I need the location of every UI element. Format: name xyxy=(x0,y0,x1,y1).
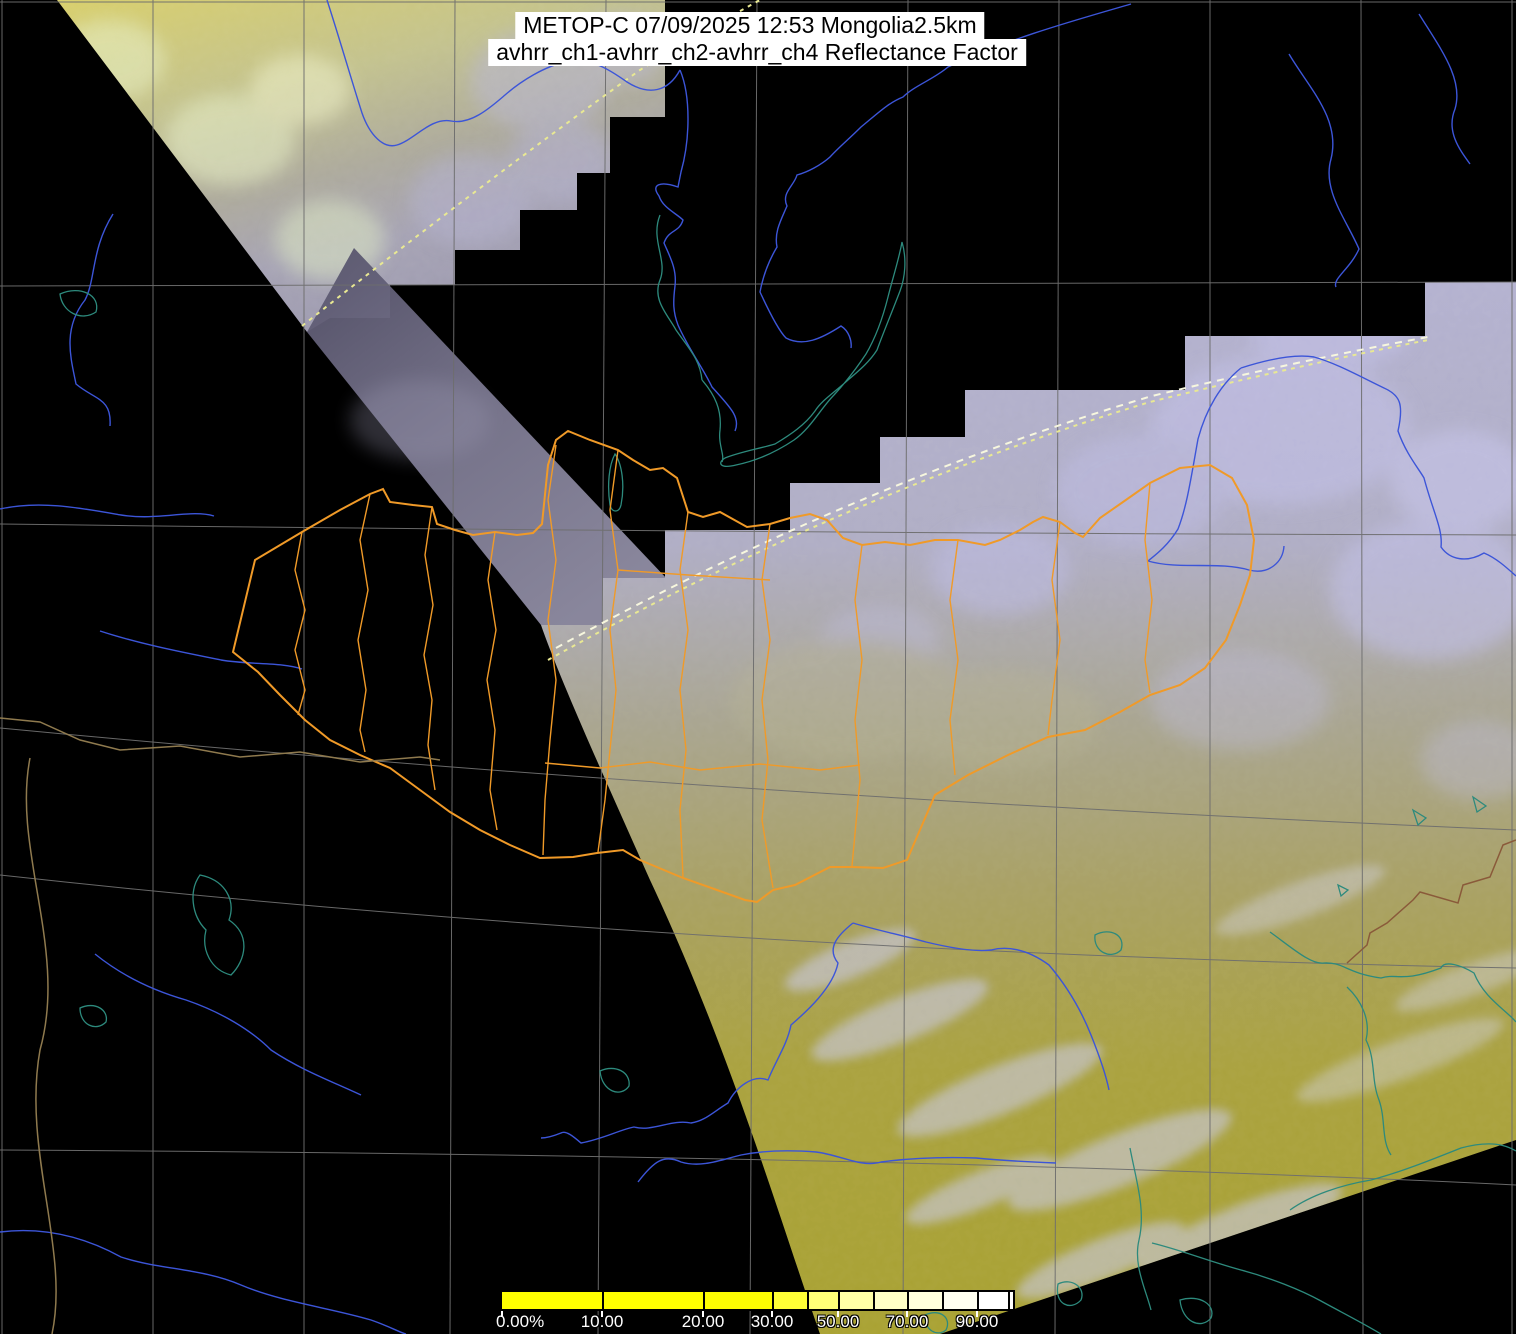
colorbar-tick-mark-90 xyxy=(976,1311,978,1317)
colorbar-segment-20 xyxy=(703,1292,772,1309)
colorbar-tick-mark-10 xyxy=(601,1311,603,1317)
product-title-line2: avhrr_ch1-avhrr_ch2-avhrr_ch4 Reflectanc… xyxy=(488,39,1026,66)
lake-baikal-outline xyxy=(720,241,906,467)
colorbar-segment-0 xyxy=(502,1292,602,1309)
product-title-line1: METOP-C 07/09/2025 12:53 Mongolia2.5km xyxy=(515,12,985,39)
map-canvas xyxy=(0,0,1516,1334)
colorbar-tick-mark-50 xyxy=(837,1311,839,1317)
colorbar-segment-100 xyxy=(1008,1292,1013,1309)
colorbar-segment-90 xyxy=(977,1292,1008,1309)
colorbar-segment-70 xyxy=(907,1292,942,1309)
swath-main-imagery xyxy=(541,282,1516,1334)
colorbar-tick-label-0: 0.00% xyxy=(496,1312,545,1331)
colorbar-segment-40 xyxy=(807,1292,838,1309)
colorbar-segment-30 xyxy=(772,1292,807,1309)
colorbar-tick-mark-20 xyxy=(702,1311,704,1317)
satellite-image-viewport: METOP-C 07/09/2025 12:53 Mongolia2.5km a… xyxy=(0,0,1516,1334)
colorbar-tick-mark-30 xyxy=(771,1311,773,1317)
reflectance-colorbar xyxy=(500,1290,1015,1311)
colorbar-segment-10 xyxy=(602,1292,703,1309)
colorbar-tick-mark-70 xyxy=(906,1311,908,1317)
colorbar-segment-50 xyxy=(838,1292,873,1309)
colorbar-segment-80 xyxy=(942,1292,977,1309)
borders-west-tan xyxy=(0,717,441,1334)
colorbar-tick-mark-0 xyxy=(501,1311,503,1317)
colorbar-segment-60 xyxy=(873,1292,907,1309)
swath-dim-terminator-band xyxy=(307,248,668,628)
